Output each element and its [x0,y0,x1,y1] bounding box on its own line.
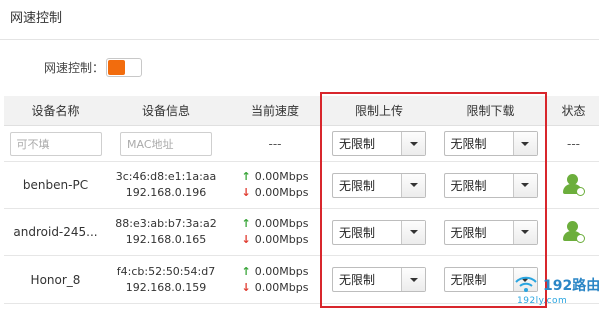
device-mac: f4:cb:52:50:54:d7 [116,264,216,278]
header-current-speed: 当前速度 [250,104,299,118]
download-speed-value: 0.00Mbps [254,233,309,246]
watermark-title: 192路由网 [543,278,599,294]
up-arrow-icon: ↑ [241,264,251,278]
speed-control-toggle[interactable] [106,58,142,77]
device-mac: 3c:46:d8:e1:1a:aa [115,170,217,183]
download-speed: ↓ 0.00Mbps [242,232,309,248]
download-speed: ↓ 0.00Mbps [242,280,309,296]
download-speed: ↓ 0.00Mbps [242,185,309,201]
speed-placeholder: --- [268,136,282,151]
download-speed-value: 0.00Mbps [254,280,309,294]
upload-speed-value: 0.00Mbps [254,170,309,183]
watermark: 192路由网 192ly.com [507,272,599,312]
header-status: 状态 [561,104,586,118]
watermark-subtitle: 192ly.com [517,296,568,306]
upload-speed-value: 0.00Mbps [254,264,309,278]
upload-speed-value: 0.00Mbps [254,217,309,230]
page-title: 网速控制 [10,11,63,26]
page-header: 网速控制 [0,0,599,40]
speed-control-toggle-row: 网速控制： [0,55,300,79]
header-device-name: 设备名称 [31,104,80,118]
status-placeholder: --- [567,136,580,151]
device-name: Honor_8 [30,272,81,287]
down-arrow-icon: ↓ [241,233,251,246]
wifi-icon [513,274,539,294]
up-arrow-icon: ↑ [241,170,251,183]
toggle-knob [108,60,125,75]
speed-control-label: 网速控制： [44,61,105,75]
device-ip: 192.168.0.196 [125,186,207,199]
device-ip: 192.168.0.165 [125,233,207,246]
upload-speed: ↑ 0.00Mbps [242,216,309,232]
device-name: benben-PC [22,178,89,192]
user-online-icon[interactable] [562,174,585,196]
device-ip: 192.168.0.159 [125,280,207,294]
upload-speed: ↑ 0.00Mbps [242,169,309,185]
header-device-info: 设备信息 [141,104,190,118]
up-arrow-icon: ↑ [241,217,251,230]
mac-address-input[interactable]: MAC地址 [120,131,212,156]
device-name-input[interactable]: 可不填 [9,131,102,156]
device-mac: 88:e3:ab:b7:3a:a2 [115,217,217,230]
user-online-icon[interactable] [562,221,585,243]
down-arrow-icon: ↓ [241,186,251,199]
device-name: android-245... [13,225,98,239]
down-arrow-icon: ↓ [241,280,251,294]
upload-speed: ↑ 0.00Mbps [242,264,309,280]
download-speed-value: 0.00Mbps [254,186,309,199]
